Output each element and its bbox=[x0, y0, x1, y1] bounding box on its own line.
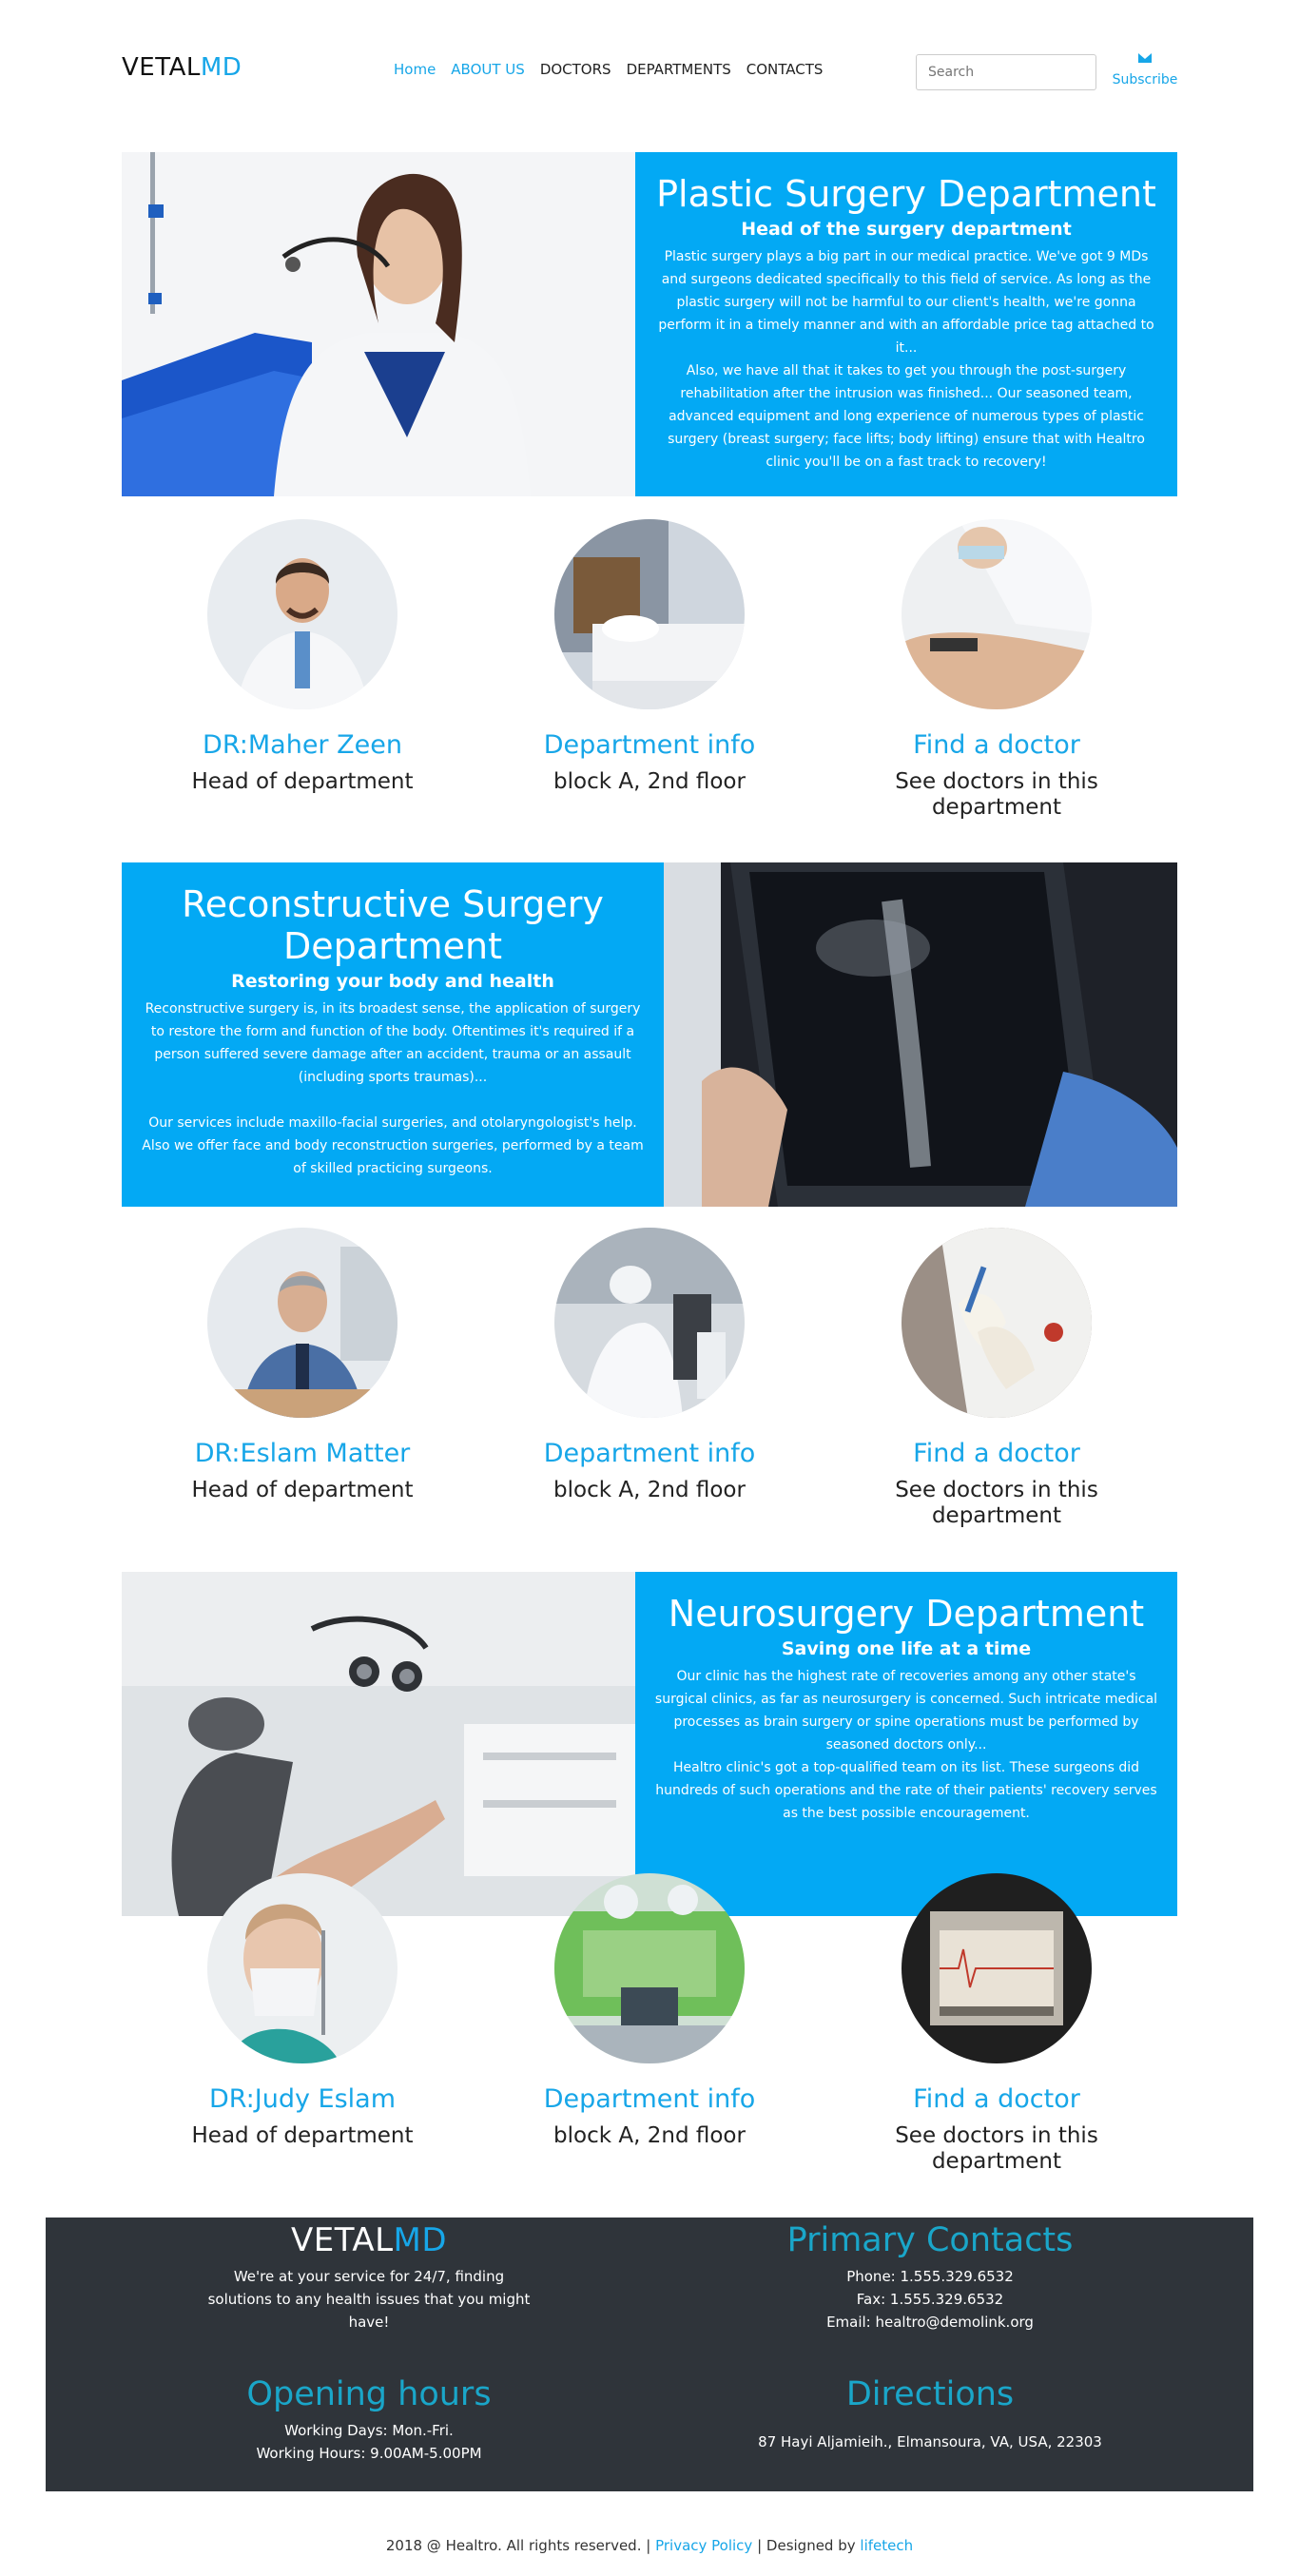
department-subtitle: Head of the surgery department bbox=[741, 219, 1072, 240]
department-paragraph: Also, we have all that it takes to get y… bbox=[668, 363, 1145, 470]
footer-about: VETALMD We're at your service for 24/7, … bbox=[103, 2221, 635, 2334]
doctor-name: DR:Maher Zeen bbox=[203, 730, 402, 760]
email-text[interactable]: Email: healtro@demolink.org bbox=[664, 2311, 1196, 2334]
department-panel: Reconstructive Surgery Department Restor… bbox=[122, 862, 664, 1207]
main-nav: Home ABOUT US DOCTORS DEPARTMENTS CONTAC… bbox=[394, 61, 823, 78]
find-doctor-text: See doctors in this department bbox=[895, 769, 1098, 820]
doctor-name: DR:Judy Eslam bbox=[208, 2084, 397, 2114]
logo-text: VETAL bbox=[122, 53, 201, 82]
gloved-hands-photo bbox=[902, 1228, 1092, 1418]
department-paragraph: Our services include maxillo-facial surg… bbox=[142, 1115, 644, 1176]
doctor-role: Head of department bbox=[191, 1478, 414, 1502]
doctor-role: Head of department bbox=[191, 2123, 414, 2148]
hours-title: Opening hours bbox=[246, 2375, 492, 2413]
footer-contacts: Primary Contacts Phone: 1.555.329.6532 F… bbox=[664, 2221, 1196, 2334]
site-header: VETALMD Home ABOUT US DOCTORS DEPARTMENT… bbox=[122, 49, 1177, 116]
site-logo[interactable]: VETALMD bbox=[122, 53, 242, 82]
credits-bar: 2018 @ Healtro. All rights reserved. | P… bbox=[0, 2537, 1299, 2554]
nav-departments[interactable]: DEPARTMENTS bbox=[627, 61, 731, 78]
nav-doctors[interactable]: DOCTORS bbox=[540, 61, 611, 78]
xray-image bbox=[664, 862, 1177, 1207]
envelope-icon bbox=[1138, 53, 1152, 63]
doctor-photo bbox=[207, 1228, 397, 1418]
footer-logo-accent: MD bbox=[393, 2221, 448, 2259]
department-info-title: Department info bbox=[543, 2084, 756, 2114]
nurse-photo bbox=[902, 519, 1092, 709]
find-doctor-card[interactable]: Find a doctor See doctors in this depart… bbox=[835, 1873, 1158, 2175]
ecg-machine-photo bbox=[902, 1873, 1092, 2063]
department-cards-plastic: DR:Maher Zeen Head of department Departm… bbox=[122, 519, 1177, 823]
doctor-card[interactable]: DR:Maher Zeen Head of department bbox=[141, 519, 464, 795]
page: VETALMD Home ABOUT US DOCTORS DEPARTMENT… bbox=[0, 0, 1299, 2576]
department-subtitle: Saving one life at a time bbox=[781, 1638, 1032, 1659]
doctor-role: Head of department bbox=[191, 769, 414, 794]
subscribe-button[interactable]: Subscribe bbox=[1111, 53, 1179, 87]
nav-home[interactable]: Home bbox=[394, 61, 436, 78]
find-doctor-text: See doctors in this department bbox=[895, 2123, 1098, 2174]
footer-directions: Directions 87 Hayi Aljamieih., Elmansour… bbox=[664, 2375, 1196, 2453]
lab-photo bbox=[554, 1228, 745, 1418]
footer-hours: Opening hours Working Days: Mon.-Fri. Wo… bbox=[103, 2375, 635, 2465]
department-info-text: block A, 2nd floor bbox=[553, 2123, 746, 2148]
department-title: Neurosurgery Department bbox=[668, 1593, 1145, 1635]
working-days-text: Working Days: Mon.-Fri. bbox=[284, 2422, 454, 2439]
contacts-title: Primary Contacts bbox=[786, 2221, 1074, 2259]
directions-title: Directions bbox=[845, 2375, 1015, 2413]
nav-contacts[interactable]: CONTACTS bbox=[746, 61, 824, 78]
working-hours-text: Working Hours: 9.00AM-5.00PM bbox=[256, 2445, 482, 2462]
department-info-card[interactable]: Department info block A, 2nd floor bbox=[488, 1228, 811, 1503]
department-panel: Neurosurgery Department Saving one life … bbox=[635, 1572, 1177, 1916]
department-paragraph: Reconstructive surgery is, in its broade… bbox=[145, 1001, 641, 1085]
department-cards-reconstructive: DR:Eslam Matter Head of department Depar… bbox=[122, 1228, 1177, 1532]
search-input[interactable] bbox=[916, 54, 1096, 90]
operating-room-photo bbox=[554, 1873, 745, 2063]
privacy-policy-link[interactable]: Privacy Policy bbox=[655, 2537, 752, 2554]
logo-accent: MD bbox=[200, 53, 242, 82]
fax-text: Fax: 1.555.329.6532 bbox=[856, 2291, 1004, 2308]
department-info-card[interactable]: Department info block A, 2nd floor bbox=[488, 519, 811, 795]
department-info-title: Department info bbox=[543, 1439, 756, 1468]
department-band-plastic: Plastic Surgery Department Head of the s… bbox=[122, 152, 1177, 496]
department-info-text: block A, 2nd floor bbox=[553, 1478, 746, 1502]
department-paragraph: Plastic surgery plays a big part in our … bbox=[658, 249, 1154, 356]
find-doctor-title: Find a doctor bbox=[913, 730, 1080, 760]
department-info-card[interactable]: Department info block A, 2nd floor bbox=[488, 1873, 811, 2149]
department-band-reconstructive: Reconstructive Surgery Department Restor… bbox=[122, 862, 1177, 1207]
doctor-photo bbox=[207, 519, 397, 709]
doctor-card[interactable]: DR:Eslam Matter Head of department bbox=[141, 1228, 464, 1503]
find-doctor-title: Find a doctor bbox=[913, 2084, 1080, 2114]
doctor-card[interactable]: DR:Judy Eslam Head of department bbox=[141, 1873, 464, 2149]
department-paragraph: Healtro clinic's got a top-qualified tea… bbox=[655, 1760, 1157, 1821]
department-title: Plastic Surgery Department bbox=[656, 173, 1156, 215]
find-doctor-card[interactable]: Find a doctor See doctors in this depart… bbox=[835, 1228, 1158, 1529]
designed-by-text: | Designed by bbox=[757, 2537, 856, 2554]
department-paragraph: Our clinic has the highest rate of recov… bbox=[654, 1669, 1158, 1753]
doctor-hero-image bbox=[122, 152, 635, 496]
doctor-name: DR:Eslam Matter bbox=[194, 1439, 411, 1468]
address-text: 87 Hayi Aljamieih., Elmansoura, VA, USA,… bbox=[758, 2433, 1102, 2450]
site-footer: VETALMD We're at your service for 24/7, … bbox=[46, 2218, 1253, 2491]
subscribe-label: Subscribe bbox=[1112, 72, 1178, 87]
department-subtitle: Restoring your body and health bbox=[231, 971, 554, 992]
designer-link[interactable]: lifetech bbox=[860, 2537, 913, 2554]
footer-logo[interactable]: VETALMD bbox=[103, 2221, 635, 2259]
department-title: Reconstructive Surgery Department bbox=[182, 883, 604, 967]
doctor-photo bbox=[207, 1873, 397, 2063]
find-doctor-text: See doctors in this department bbox=[895, 1478, 1098, 1528]
department-info-title: Department info bbox=[543, 730, 756, 760]
department-band-neuro: Neurosurgery Department Saving one life … bbox=[122, 1572, 1177, 1916]
footer-about-text: We're at your service for 24/7, finding … bbox=[207, 2268, 531, 2331]
department-cards-neuro: DR:Judy Eslam Head of department Departm… bbox=[122, 1873, 1177, 2178]
department-panel: Plastic Surgery Department Head of the s… bbox=[635, 152, 1177, 496]
department-info-text: block A, 2nd floor bbox=[553, 769, 746, 794]
dental-loupe-image bbox=[122, 1572, 635, 1916]
find-doctor-title: Find a doctor bbox=[913, 1439, 1080, 1468]
nav-about[interactable]: ABOUT US bbox=[451, 61, 525, 78]
footer-logo-text: VETAL bbox=[290, 2221, 394, 2259]
copyright-text: 2018 @ Healtro. All rights reserved. | bbox=[385, 2537, 651, 2554]
phone-text: Phone: 1.555.329.6532 bbox=[846, 2268, 1014, 2285]
find-doctor-card[interactable]: Find a doctor See doctors in this depart… bbox=[835, 519, 1158, 821]
department-room-photo bbox=[554, 519, 745, 709]
